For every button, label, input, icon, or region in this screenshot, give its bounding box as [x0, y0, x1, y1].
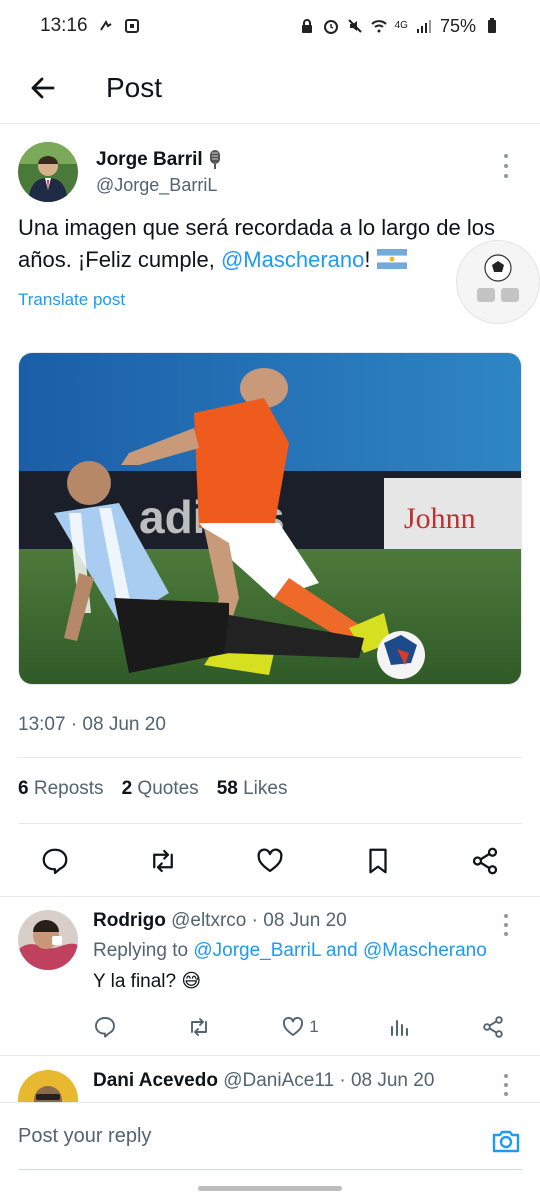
reply-author-handle[interactable]: @eltxrco	[171, 910, 246, 931]
more-options-icon[interactable]	[496, 914, 516, 936]
lock-icon	[301, 19, 312, 33]
svg-text:Johnn: Johnn	[404, 502, 476, 535]
heart-icon	[283, 1016, 304, 1036]
tweet-timestamp: 13:07 · 08 Jun 20	[18, 714, 166, 735]
reply-share-button[interactable]	[481, 1015, 505, 1039]
battery-percent: 75%	[439, 15, 476, 36]
reply-date: · 08 Jun 20	[339, 1070, 435, 1091]
quotes-label: Quotes	[137, 778, 199, 799]
bookmark-icon	[368, 848, 387, 874]
tweet-text: Una imagen que será recordada a lo largo…	[18, 212, 518, 276]
reply-icon	[95, 1017, 115, 1038]
top-app-bar: Post	[0, 52, 540, 124]
divider	[18, 823, 522, 824]
divider	[0, 1055, 540, 1056]
repost-icon	[152, 849, 173, 873]
more-options-icon[interactable]	[496, 1074, 516, 1096]
reply-item[interactable]: Dani Acevedo @DaniAce11 · 08 Jun 20	[18, 1070, 522, 1102]
reply-button[interactable]	[38, 844, 72, 878]
home-indicator[interactable]	[198, 1186, 342, 1191]
alarm-icon	[323, 20, 338, 34]
microphone-icon	[209, 149, 220, 169]
reply-reply-button[interactable]	[93, 1015, 117, 1039]
reply-input[interactable]	[18, 1115, 458, 1157]
more-options-icon[interactable]	[496, 154, 516, 178]
bookmark-button[interactable]	[361, 844, 395, 878]
heart-icon	[257, 848, 283, 873]
share-icon	[483, 1016, 503, 1038]
repost-button[interactable]	[146, 844, 180, 878]
signal-icon	[416, 20, 431, 33]
status-time: 13:16	[40, 15, 88, 36]
status-bar: 13:16 4G 75%	[0, 0, 540, 52]
back-button[interactable]	[20, 65, 66, 111]
reply-author-handle[interactable]: @DaniAce11	[223, 1070, 334, 1091]
reply-icon	[42, 848, 68, 875]
author-avatar[interactable]	[18, 142, 78, 202]
reply-like-button[interactable]: 1	[281, 1015, 319, 1039]
translate-post-link[interactable]: Translate post	[18, 290, 125, 310]
replying-to-label: Replying to	[93, 940, 194, 961]
app-icon	[124, 19, 139, 33]
football-photo: adidas Johnn	[19, 353, 521, 684]
reply-date: · 08 Jun 20	[251, 910, 347, 931]
floating-widget[interactable]	[456, 240, 540, 324]
replying-to-users[interactable]: @Jorge_BarriL and @Mascherano	[193, 940, 486, 961]
camera-icon[interactable]	[490, 1125, 522, 1157]
reposts-stat[interactable]: 6 Reposts	[18, 778, 104, 800]
reposts-label: Reposts	[33, 778, 104, 799]
tweet-text-tail: !	[364, 247, 377, 272]
like-button[interactable]	[253, 844, 287, 878]
argentina-flag-icon	[376, 249, 407, 269]
engagement-stats: 6 Reposts 2 Quotes 58 Likes	[18, 778, 287, 800]
reply-author-name[interactable]: Dani Acevedo	[93, 1070, 218, 1091]
repost-icon	[191, 1018, 208, 1036]
reply-text: Y la final? 😅	[93, 971, 202, 992]
tweet-author: Jorge Barril @Jorge_BarriL	[18, 140, 522, 204]
share-icon	[472, 847, 498, 875]
reposts-count: 6	[18, 778, 29, 799]
quotes-stat[interactable]: 2 Quotes	[122, 778, 199, 800]
wifi-icon	[370, 20, 387, 33]
reply-composer	[0, 1102, 540, 1172]
share-button[interactable]	[468, 844, 502, 878]
divider	[0, 896, 540, 897]
reply-actions: 1	[93, 1012, 505, 1042]
quotes-count: 2	[121, 778, 133, 799]
reply-avatar[interactable]	[18, 1070, 78, 1102]
tweet-photo[interactable]: adidas Johnn	[18, 352, 522, 685]
divider	[18, 757, 522, 758]
notification-icon	[99, 19, 112, 31]
mute-icon	[347, 19, 362, 33]
author-name[interactable]: Jorge Barril	[96, 149, 203, 171]
battery-icon	[488, 18, 496, 33]
likes-stat[interactable]: 58 Likes	[217, 778, 288, 800]
likes-label: Likes	[243, 778, 288, 799]
arrow-left-icon	[31, 77, 55, 98]
reply-avatar[interactable]	[18, 910, 78, 970]
soccer-ball-icon	[477, 254, 519, 302]
mention-link[interactable]: @Mascherano	[221, 247, 364, 272]
page-title: Post	[106, 71, 163, 103]
likes-count: 58	[216, 778, 238, 799]
reply-repost-button[interactable]	[186, 1015, 212, 1039]
divider	[18, 1169, 522, 1170]
views-icon	[390, 1020, 408, 1036]
network-type: 4G	[394, 20, 408, 31]
author-handle[interactable]: @Jorge_BarriL	[96, 175, 223, 196]
reply-author-name[interactable]: Rodrigo	[93, 910, 166, 931]
reply-like-count: 1	[309, 1017, 319, 1036]
tweet-actions	[18, 838, 522, 884]
reply-views-button[interactable]	[388, 1015, 412, 1039]
